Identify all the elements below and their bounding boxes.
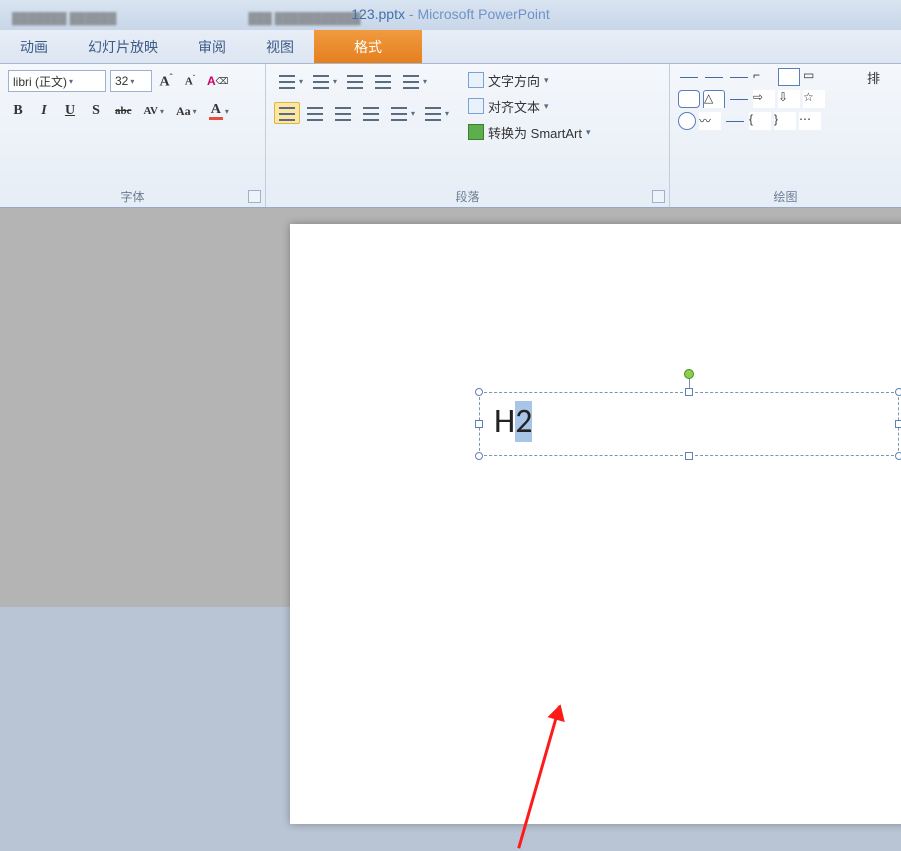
- strikethrough-button[interactable]: abc: [112, 100, 135, 122]
- tab-animation[interactable]: 动画: [0, 30, 68, 63]
- group-drawing-label: 绘图: [678, 186, 893, 205]
- italic-button[interactable]: I: [34, 100, 54, 122]
- clear-formatting-button[interactable]: A⌫: [204, 70, 231, 92]
- rotation-handle[interactable]: [684, 369, 694, 379]
- text-plain: H: [494, 401, 515, 442]
- shape-freeform-icon[interactable]: [724, 112, 746, 130]
- align-center-button[interactable]: [302, 102, 328, 124]
- underline-button[interactable]: U: [60, 100, 80, 122]
- shapes-gallery[interactable]: ⌐ ▭ △ ⇨ ⇩ ☆ 〰 { } ⋯: [678, 68, 848, 130]
- align-text-button[interactable]: 对齐文本 ▾: [464, 94, 594, 118]
- resize-handle-sw[interactable]: [475, 452, 483, 460]
- shape-line-icon[interactable]: [678, 68, 700, 86]
- resize-handle-n[interactable]: [685, 388, 693, 396]
- char-spacing-button[interactable]: AV: [141, 100, 168, 122]
- background-window-tab: ███████ ██████: [0, 8, 128, 30]
- paragraph-dialog-launcher[interactable]: [652, 190, 665, 203]
- tab-format-label: 格式: [314, 30, 422, 63]
- arrange-button-partial[interactable]: 排: [854, 68, 893, 87]
- bold-button[interactable]: B: [8, 100, 28, 122]
- align-text-label: 对齐文本: [488, 97, 540, 116]
- app-name: Microsoft PowerPoint: [417, 6, 549, 22]
- shape-rect-icon[interactable]: [778, 68, 800, 86]
- align-text-icon: [468, 98, 484, 114]
- resize-handle-nw[interactable]: [475, 388, 483, 396]
- tab-slideshow[interactable]: 幻灯片放映: [68, 30, 178, 63]
- shape-triangle-icon[interactable]: △: [703, 90, 725, 108]
- textbox-content[interactable]: H2: [480, 393, 898, 450]
- text-shadow-button[interactable]: S: [86, 100, 106, 122]
- shape-more-icon[interactable]: ⋯: [799, 112, 821, 130]
- convert-smartart-button[interactable]: 转换为 SmartArt ▾: [464, 120, 594, 144]
- align-right-button[interactable]: [330, 102, 356, 124]
- resize-handle-w[interactable]: [475, 420, 483, 428]
- grow-font-button[interactable]: Aˆ: [156, 70, 176, 92]
- shrink-font-button[interactable]: Aˇ: [180, 70, 200, 92]
- font-dialog-launcher[interactable]: [248, 190, 261, 203]
- group-paragraph: 文字方向 ▾ 对齐文本 ▾ 转换为 SmartArt ▾ 段落: [266, 64, 670, 207]
- shape-connector-icon[interactable]: ⌐: [753, 68, 775, 86]
- font-color-button[interactable]: A: [206, 100, 232, 122]
- selected-textbox[interactable]: H2: [479, 392, 899, 456]
- text-direction-button[interactable]: 文字方向 ▾: [464, 68, 594, 92]
- columns-button[interactable]: [420, 102, 452, 124]
- background-window-tab-2: ███ ███████████: [236, 8, 372, 30]
- tab-format-contextual[interactable]: 格式: [314, 30, 422, 63]
- shape-circle-icon[interactable]: [678, 112, 696, 130]
- window-title: 123.pptx - Microsoft PowerPoint: [0, 0, 901, 28]
- change-case-button[interactable]: Aa: [173, 100, 200, 122]
- resize-handle-e[interactable]: [895, 420, 901, 428]
- resize-handle-ne[interactable]: [895, 388, 901, 396]
- shape-curve-icon[interactable]: 〰: [699, 112, 721, 130]
- shape-arrow-line-icon[interactable]: [728, 68, 750, 86]
- shape-textbox-icon[interactable]: ▭: [803, 68, 825, 86]
- convert-smartart-label: 转换为 SmartArt: [488, 123, 582, 142]
- shape-line3-icon[interactable]: [728, 90, 750, 108]
- group-font: libri (正文) 32 Aˆ Aˇ A⌫ B I U S abc AV Aa…: [0, 64, 266, 207]
- tab-review[interactable]: 审阅: [178, 30, 246, 63]
- align-left-button[interactable]: [274, 102, 300, 124]
- tab-view[interactable]: 视图: [246, 30, 314, 63]
- line-spacing-button[interactable]: [398, 70, 430, 92]
- ribbon-tabs: 动画 幻灯片放映 审阅 视图 格式: [0, 30, 901, 64]
- font-name-combo[interactable]: libri (正文): [8, 70, 106, 92]
- group-paragraph-label: 段落: [274, 186, 661, 205]
- resize-handle-se[interactable]: [895, 452, 901, 460]
- text-direction-label: 文字方向: [488, 71, 540, 90]
- bullets-button[interactable]: [274, 70, 306, 92]
- title-bar: ███████ ██████ ███ ███████████ 123.pptx …: [0, 0, 901, 30]
- shape-arrow-icon[interactable]: ⇨: [753, 90, 775, 108]
- slide-workspace[interactable]: H2: [0, 208, 901, 607]
- justify-button[interactable]: [358, 102, 384, 124]
- distribute-button[interactable]: [386, 102, 418, 124]
- resize-handle-s[interactable]: [685, 452, 693, 460]
- font-size-combo[interactable]: 32: [110, 70, 152, 92]
- shape-brace-l-icon[interactable]: {: [749, 112, 771, 130]
- shape-line2-icon[interactable]: [703, 68, 725, 86]
- shape-star-icon[interactable]: ☆: [803, 90, 825, 108]
- ribbon: libri (正文) 32 Aˆ Aˇ A⌫ B I U S abc AV Aa…: [0, 64, 901, 208]
- text-direction-icon: [468, 72, 484, 88]
- slide-canvas[interactable]: H2: [290, 224, 901, 824]
- shape-brace-r-icon[interactable]: }: [774, 112, 796, 130]
- increase-indent-button[interactable]: [370, 70, 396, 92]
- shape-arrow2-icon[interactable]: ⇩: [778, 90, 800, 108]
- shape-roundrect-icon[interactable]: [678, 90, 700, 108]
- numbering-button[interactable]: [308, 70, 340, 92]
- group-font-label: 字体: [8, 186, 257, 205]
- decrease-indent-button[interactable]: [342, 70, 368, 92]
- text-selected: 2: [515, 401, 532, 442]
- group-drawing: ⌐ ▭ △ ⇨ ⇩ ☆ 〰 { } ⋯: [670, 64, 901, 207]
- smartart-icon: [468, 124, 484, 140]
